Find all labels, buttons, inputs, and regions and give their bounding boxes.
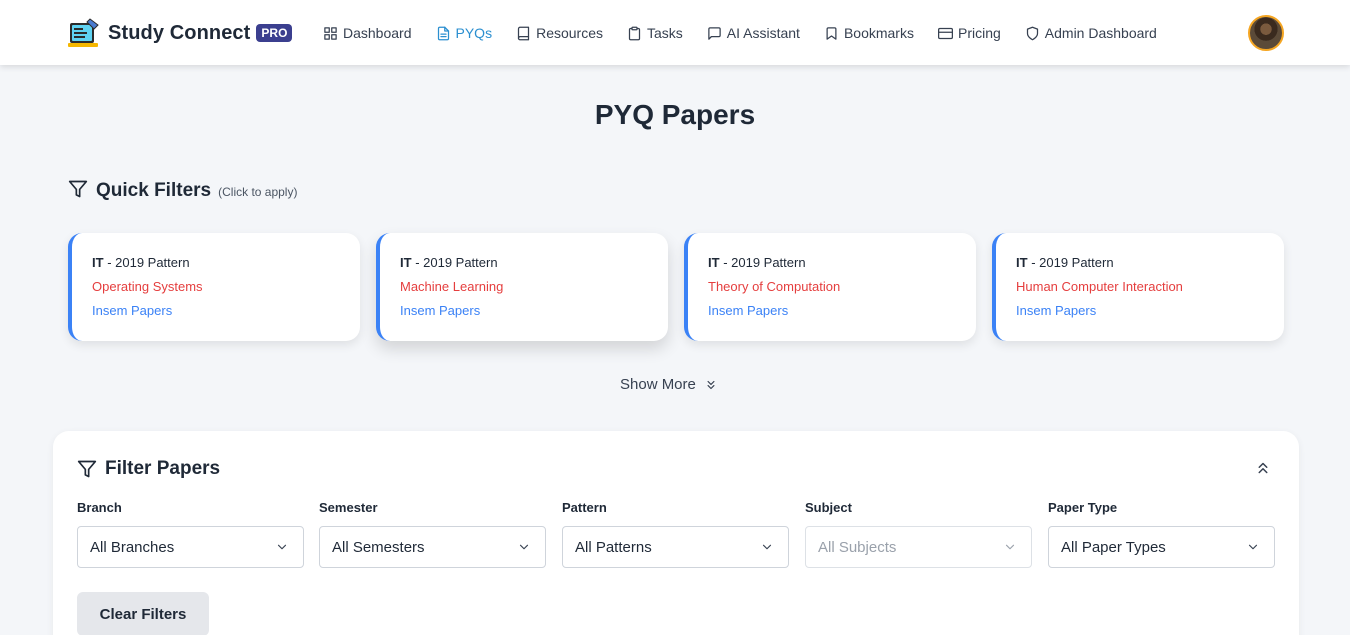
branch-select[interactable]: All Branches (77, 526, 304, 568)
nav-label: PYQs (455, 25, 493, 41)
navbar: Study Connect PRO Dashboard PYQs Resourc… (0, 0, 1350, 65)
card-subject: Human Computer Interaction (1016, 279, 1183, 294)
nav-item-dashboard[interactable]: Dashboard (323, 25, 412, 41)
card-branch: IT (1016, 255, 1028, 270)
main-nav: Dashboard PYQs Resources Tasks AI Assist… (323, 22, 1181, 44)
nav-item-ai-assistant[interactable]: AI Assistant (707, 25, 800, 41)
chevron-down-icon (519, 544, 529, 550)
message-square-icon (708, 26, 721, 40)
branch-field: Branch All Branches (77, 501, 304, 568)
quick-filters-title: Quick Filters (96, 180, 212, 201)
chevron-down-icon (762, 544, 772, 550)
card-pattern: - 2019 Pattern (723, 255, 806, 270)
quick-filter-card[interactable]: IT - 2019 Pattern Theory of Computation … (684, 233, 976, 341)
field-label: Pattern (562, 500, 607, 515)
nav-item-resources[interactable]: Resources (516, 25, 603, 41)
card-branch-line: IT - 2019 Pattern (708, 255, 976, 270)
nav-label: Tasks (647, 25, 683, 41)
chevron-down-icon (1248, 544, 1258, 550)
collapse-panel-button[interactable] (1254, 459, 1272, 477)
credit-card-icon (937, 27, 953, 39)
card-pattern: - 2019 Pattern (1031, 255, 1114, 270)
card-branch-line: IT - 2019 Pattern (400, 255, 668, 270)
card-paper-type: Insem Papers (708, 303, 789, 318)
card-branch: IT (708, 255, 720, 270)
nav-item-tasks[interactable]: Tasks (627, 25, 683, 41)
brand[interactable]: Study Connect PRO (68, 17, 293, 49)
nav-label: Pricing (957, 25, 1001, 41)
show-more-button[interactable]: Show More (620, 376, 718, 393)
quick-filter-card[interactable]: IT - 2019 Pattern Human Computer Interac… (992, 233, 1284, 341)
pattern-select[interactable]: All Patterns (562, 526, 789, 568)
card-paper-type: Insem Papers (1016, 303, 1097, 318)
filter-panel-title: Filter Papers (105, 458, 221, 479)
semester-field: Semester All Semesters (319, 501, 546, 568)
study-logo-icon (68, 18, 99, 47)
select-value: All Patterns (575, 538, 652, 556)
semester-select[interactable]: All Semesters (319, 526, 546, 568)
filter-icon (77, 460, 97, 478)
card-branch: IT (92, 255, 104, 270)
nav-label: Resources (536, 25, 603, 41)
pattern-field: Pattern All Patterns (562, 501, 789, 568)
select-value: All Semesters (332, 538, 425, 556)
chevrons-down-icon (707, 380, 715, 389)
nav-label: Bookmarks (843, 25, 914, 41)
nav-item-pyqs[interactable]: PYQs (436, 25, 493, 41)
field-label: Paper Type (1048, 500, 1118, 515)
quick-filter-card[interactable]: IT - 2019 Pattern Operating Systems Inse… (68, 233, 360, 341)
shield-icon (1026, 26, 1038, 40)
select-value: All Subjects (818, 538, 897, 556)
bookmark-icon (826, 26, 837, 40)
book-icon (517, 26, 530, 40)
clear-filters-button[interactable]: Clear Filters (77, 592, 209, 635)
nav-label: Dashboard (343, 25, 412, 41)
select-value: All Paper Types (1061, 538, 1166, 556)
paper-type-select[interactable]: All Paper Types (1048, 526, 1275, 568)
card-pattern: - 2019 Pattern (415, 255, 498, 270)
field-label: Semester (319, 500, 378, 515)
grid-icon (324, 26, 337, 40)
quick-filter-card[interactable]: IT - 2019 Pattern Machine Learning Insem… (376, 233, 668, 341)
brand-name: Study Connect (108, 21, 251, 44)
card-subject: Theory of Computation (708, 279, 841, 294)
filter-panel-header: Filter Papers (77, 458, 220, 480)
quick-filters-header: Quick Filters (Click to apply) (68, 176, 297, 202)
chevrons-up-icon (1258, 462, 1268, 474)
avatar[interactable] (1248, 15, 1284, 51)
card-branch: IT (400, 255, 412, 270)
filter-panel: Filter Papers Branch All Branches Semest… (53, 431, 1299, 635)
card-branch-line: IT - 2019 Pattern (92, 255, 360, 270)
chevron-down-icon (277, 544, 287, 550)
nav-item-admin-dashboard[interactable]: Admin Dashboard (1025, 25, 1157, 41)
card-paper-type: Insem Papers (92, 303, 173, 318)
quick-filters-hint: (Click to apply) (218, 185, 298, 199)
subject-select[interactable]: All Subjects (805, 526, 1032, 568)
show-more-label: Show More (620, 376, 696, 393)
file-text-icon (437, 26, 449, 40)
card-subject: Machine Learning (400, 279, 504, 294)
paper-type-field: Paper Type All Paper Types (1048, 501, 1275, 568)
filter-icon (68, 180, 88, 198)
select-value: All Branches (90, 538, 175, 556)
clipboard-icon (628, 26, 641, 40)
nav-item-bookmarks[interactable]: Bookmarks (824, 25, 914, 41)
nav-label: AI Assistant (726, 25, 800, 41)
chevron-down-icon (1005, 544, 1015, 550)
card-paper-type: Insem Papers (400, 303, 481, 318)
subject-field: Subject All Subjects (805, 501, 1032, 568)
field-label: Branch (77, 500, 122, 515)
page-title: PYQ Papers (594, 99, 756, 130)
pro-badge: PRO (256, 24, 293, 42)
card-pattern: - 2019 Pattern (107, 255, 190, 270)
nav-label: Admin Dashboard (1044, 25, 1157, 41)
card-subject: Operating Systems (92, 279, 203, 294)
card-branch-line: IT - 2019 Pattern (1016, 255, 1284, 270)
field-label: Subject (805, 500, 852, 515)
nav-item-pricing[interactable]: Pricing (937, 25, 1001, 41)
